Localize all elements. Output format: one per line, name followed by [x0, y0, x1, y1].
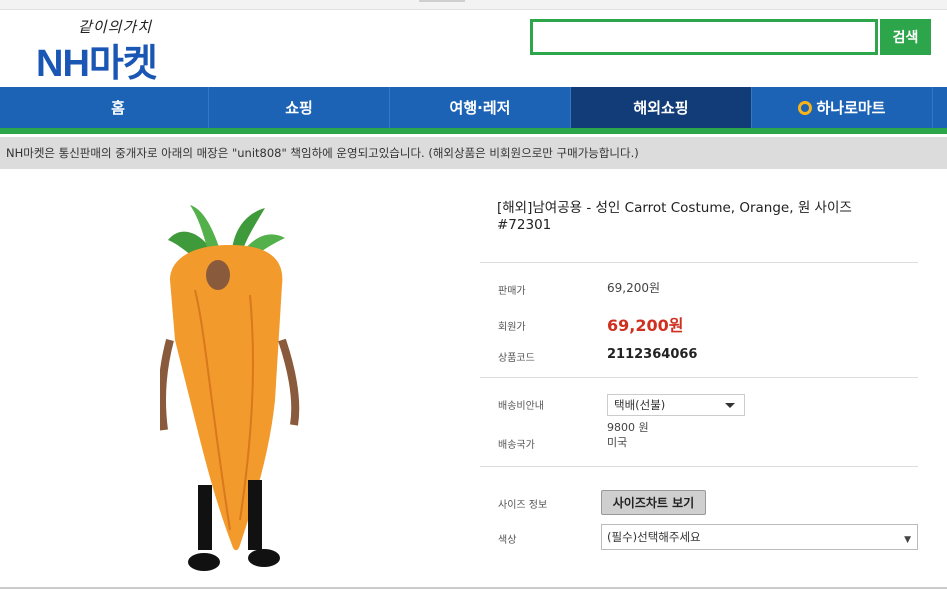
- shipping-method-select[interactable]: 택배(선불): [607, 394, 745, 416]
- price-label: 판매가: [498, 286, 526, 297]
- member-price-label: 회원가: [498, 322, 526, 333]
- search-button[interactable]: 검색: [880, 19, 931, 55]
- nh-market-logo[interactable]: 같이의가치 NH마켓: [36, 16, 196, 85]
- dropdown-arrow-icon: ▼: [904, 535, 911, 545]
- color-select[interactable]: (필수)선택해주세요 ▼: [601, 524, 918, 550]
- main-nav: 홈 쇼핑 여행·레저 해외쇼핑 하나로마트: [0, 87, 947, 128]
- browser-top-strip: [0, 0, 947, 10]
- size-chart-button[interactable]: 사이즈차트 보기: [601, 490, 706, 515]
- nav-accent-bar: [0, 128, 947, 134]
- ship-country-value: 미국: [607, 436, 628, 449]
- shipping-info-label: 배송비안내: [498, 401, 544, 412]
- seller-notice: NH마켓은 통신판매의 중개자로 아래의 매장은 "unit808" 책임하에 …: [0, 137, 947, 169]
- price-value: 69,200원: [607, 281, 661, 295]
- member-price-value: 69,200원: [607, 316, 684, 335]
- nav-item-label: 하나로마트: [816, 99, 886, 117]
- divider: [480, 377, 918, 378]
- ship-country-label: 배송국가: [498, 440, 535, 451]
- nav-item-overseas-shopping[interactable]: 해외쇼핑: [571, 87, 752, 128]
- nav-item-label: 여행·레저: [449, 99, 511, 117]
- nav-item-label: 쇼핑: [285, 99, 313, 117]
- chevron-down-icon: [725, 403, 735, 408]
- color-select-value: (필수)선택해주세요: [607, 530, 701, 544]
- logo-market-text: 마켓: [88, 43, 158, 85]
- product-title: [해외]남여공용 - 성인 Carrot Costume, Orange, 원 …: [497, 200, 852, 233]
- product-code-label: 상품코드: [498, 353, 535, 364]
- color-label: 색상: [498, 535, 517, 546]
- nav-item-travel[interactable]: 여행·레저: [390, 87, 571, 128]
- nav-item-label: 해외쇼핑: [633, 99, 689, 117]
- product-image[interactable]: [160, 200, 300, 580]
- divider: [480, 262, 918, 263]
- divider: [480, 466, 918, 467]
- size-info-label: 사이즈 정보: [498, 500, 548, 511]
- product-code-value: 2112364066: [607, 347, 698, 362]
- top-tab-indicator: [419, 0, 465, 2]
- search-input[interactable]: [530, 19, 878, 55]
- shipping-method-value: 택배(선불): [614, 398, 666, 412]
- nav-item-hanaro-mart[interactable]: 하나로마트: [752, 87, 933, 128]
- logo-nh-text: NH: [36, 43, 90, 85]
- shipping-fee: 9800 원: [607, 421, 649, 434]
- logo-brand: NH마켓: [36, 32, 158, 87]
- nav-item-home[interactable]: 홈: [28, 87, 209, 128]
- nav-item-label: 홈: [111, 99, 125, 117]
- hanaro-logo-icon: [798, 100, 813, 115]
- nav-item-shopping[interactable]: 쇼핑: [209, 87, 390, 128]
